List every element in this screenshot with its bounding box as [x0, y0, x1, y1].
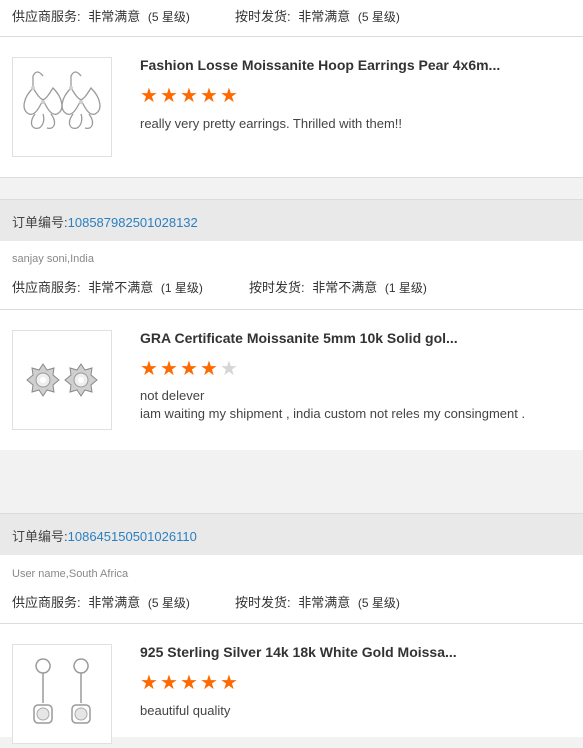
star-filled-icon: ★ — [200, 672, 218, 694]
order-header: 订单编号:108645150501026110 — [0, 513, 583, 556]
review-item: GRA Certificate Moissanite 5mm 10k Solid… — [0, 310, 583, 450]
review-header: User name,South Africa 供应商服务: 非常满意 (5 星级… — [0, 555, 583, 623]
star-filled-icon: ★ — [220, 672, 238, 694]
shipping-rating-label: 按时发货: — [235, 595, 291, 610]
stud-earrings-icon — [26, 363, 98, 397]
star-filled-icon: ★ — [140, 358, 158, 380]
order-number-link[interactable]: 108587982501028132 — [68, 215, 198, 230]
supplier-rating: 供应商服务: 非常不满意 (1 星级) — [12, 277, 203, 296]
star-filled-icon: ★ — [140, 85, 158, 107]
shipping-rating-level: (5 星级) — [357, 10, 400, 24]
review-comment-line: beautiful quality — [140, 703, 231, 718]
butterfly-earrings-icon — [23, 71, 101, 129]
star-filled-icon: ★ — [220, 85, 238, 107]
star-filled-icon: ★ — [180, 358, 198, 380]
review-header: sanjay soni,India 供应商服务: 非常不满意 (1 星级) 按时… — [0, 241, 583, 309]
product-title[interactable]: Fashion Losse Moissanite Hoop Earrings P… — [140, 57, 500, 73]
supplier-rating-label: 供应商服务: — [12, 595, 81, 610]
supplier-rating-value: 非常满意 — [88, 9, 141, 24]
order-number-link[interactable]: 108645150501026110 — [68, 529, 197, 544]
order-number-label: 订单编号: — [12, 529, 68, 544]
shipping-rating-level: (1 星级) — [384, 281, 427, 295]
product-thumbnail[interactable] — [12, 644, 112, 744]
order-number-row: 订单编号:108645150501026110 — [12, 526, 197, 545]
star-empty-icon: ★ — [220, 358, 238, 380]
product-title[interactable]: 925 Sterling Silver 14k 18k White Gold M… — [140, 644, 457, 660]
shipping-rating: 按时发货: 非常不满意 (1 星级) — [249, 277, 427, 296]
review-comment-line: iam waiting my shipment , india custom n… — [140, 406, 526, 421]
buyer-name: User name,South Africa — [12, 568, 129, 580]
supplier-rating-level: (5 星级) — [147, 10, 190, 24]
shipping-rating-label: 按时发货: — [249, 280, 305, 295]
supplier-rating-label: 供应商服务: — [12, 280, 81, 295]
supplier-rating: 供应商服务: 非常满意 (5 星级) — [12, 6, 190, 25]
drop-earrings-icon — [33, 658, 91, 724]
shipping-rating-level: (5 星级) — [357, 596, 400, 610]
star-filled-icon: ★ — [160, 358, 178, 380]
review-header-top: 供应商服务: 非常满意 (5 星级) 按时发货: 非常满意 (5 星级) — [0, 0, 583, 36]
supplier-rating: 供应商服务: 非常满意 (5 星级) — [12, 592, 190, 611]
shipping-rating-label: 按时发货: — [235, 9, 291, 24]
order-number-row: 订单编号:108587982501028132 — [12, 212, 198, 231]
shipping-rating: 按时发货: 非常满意 (5 星级) — [235, 6, 400, 25]
product-title[interactable]: GRA Certificate Moissanite 5mm 10k Solid… — [140, 330, 458, 346]
review-item: Fashion Losse Moissanite Hoop Earrings P… — [0, 37, 583, 177]
order-number-label: 订单编号: — [12, 215, 68, 230]
star-filled-icon: ★ — [160, 85, 178, 107]
shipping-rating-value: 非常不满意 — [312, 280, 378, 295]
star-filled-icon: ★ — [140, 672, 158, 694]
shipping-rating: 按时发货: 非常满意 (5 星级) — [235, 592, 400, 611]
star-filled-icon: ★ — [180, 672, 198, 694]
supplier-rating-level: (5 星级) — [147, 596, 190, 610]
star-filled-icon: ★ — [180, 85, 198, 107]
review-comment-line: really very pretty earrings. Thrilled wi… — [140, 116, 403, 131]
product-thumbnail[interactable] — [12, 330, 112, 430]
star-filled-icon: ★ — [200, 85, 218, 107]
star-filled-icon: ★ — [200, 358, 218, 380]
buyer-name: sanjay soni,India — [12, 253, 94, 265]
star-rating: ★ ★ ★ ★ ★ — [140, 673, 240, 693]
supplier-rating-level: (1 星级) — [160, 281, 203, 295]
supplier-rating-value: 非常满意 — [88, 595, 141, 610]
supplier-rating-value: 非常不满意 — [88, 280, 154, 295]
star-filled-icon: ★ — [160, 672, 178, 694]
star-rating: ★ ★ ★ ★ ★ — [140, 359, 240, 379]
shipping-rating-value: 非常满意 — [298, 595, 351, 610]
order-header: 订单编号:108587982501028132 — [0, 199, 583, 242]
review-comment-line: not delever — [140, 388, 205, 403]
star-rating: ★ ★ ★ ★ ★ — [140, 86, 240, 106]
review-item: 925 Sterling Silver 14k 18k White Gold M… — [0, 624, 583, 744]
supplier-rating-label: 供应商服务: — [12, 9, 81, 24]
product-thumbnail[interactable] — [12, 57, 112, 157]
shipping-rating-value: 非常满意 — [298, 9, 351, 24]
